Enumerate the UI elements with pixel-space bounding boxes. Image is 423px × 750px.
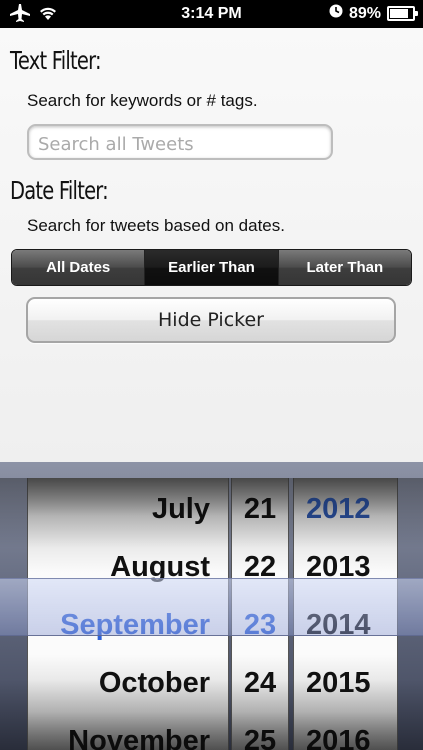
month-wheel[interactable]: July August September October November — [27, 478, 229, 750]
filter-panel: Text Filter: Search for keywords or # ta… — [0, 28, 423, 462]
clock-icon — [329, 4, 343, 23]
status-bar: 3:14 PM 89% — [0, 0, 423, 28]
year-row: 2016 — [306, 724, 371, 750]
date-mode-segmented-control: All Dates Earlier Than Later Than — [11, 249, 412, 286]
date-filter-title: Date Filter: — [10, 176, 109, 205]
month-row-selected: September — [60, 608, 210, 641]
year-row: 2015 — [306, 666, 371, 699]
year-row-current: 2012 — [306, 492, 371, 525]
segment-later-than[interactable]: Later Than — [278, 250, 411, 285]
day-row: 24 — [243, 666, 277, 699]
day-row: 25 — [243, 724, 277, 750]
text-filter-title: Text Filter: — [10, 46, 102, 75]
battery-percent: 89% — [348, 4, 381, 22]
month-row: August — [110, 550, 210, 583]
month-row: November — [68, 724, 210, 750]
text-filter-description: Search for keywords or # tags. — [27, 91, 258, 110]
day-row-selected: 23 — [243, 608, 277, 641]
year-row: 2013 — [306, 550, 371, 583]
segment-earlier-than[interactable]: Earlier Than — [145, 250, 279, 285]
battery-icon — [387, 6, 418, 21]
month-row: July — [151, 492, 210, 525]
hide-picker-button[interactable]: Hide Picker — [26, 297, 396, 343]
year-wheel[interactable]: 2012 2013 2014 2015 2016 — [293, 478, 398, 750]
year-row-selected: 2014 — [306, 608, 371, 641]
day-row: 21 — [243, 492, 277, 525]
day-row: 22 — [243, 550, 277, 583]
search-input[interactable]: Search all Tweets — [27, 124, 333, 160]
date-filter-description: Search for tweets based on dates. — [27, 216, 285, 235]
date-picker: July August September October November 2… — [0, 462, 423, 750]
day-wheel[interactable]: 21 22 23 24 25 — [231, 478, 289, 750]
month-row: October — [98, 666, 210, 699]
segment-all-dates[interactable]: All Dates — [12, 250, 146, 285]
